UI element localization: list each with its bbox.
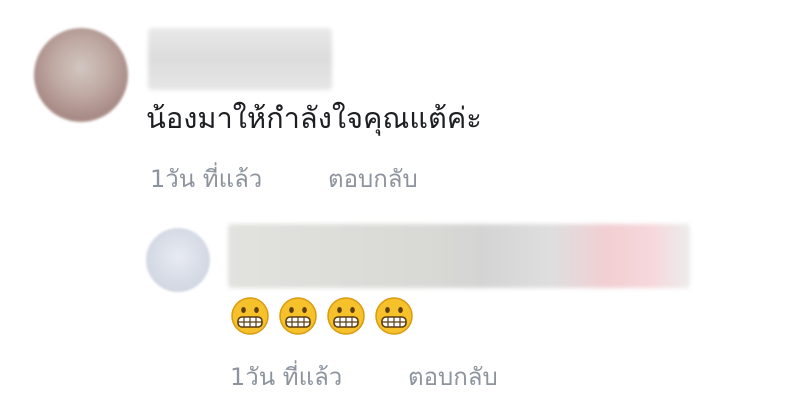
commenter-name-blurred[interactable] xyxy=(148,28,332,90)
reply-avatar[interactable] xyxy=(146,228,210,292)
reply-emoji-row xyxy=(230,296,414,336)
comment-text: น้องมาให้กำลังใจคุณแต้ค่ะ xyxy=(146,101,482,135)
comment-thread: น้องมาให้กำลังใจคุณแต้ค่ะ 1วัน ที่แล้ว ต… xyxy=(0,0,800,420)
grimacing-face-icon xyxy=(231,297,269,335)
grimacing-face-icon xyxy=(327,297,365,335)
reply-button[interactable]: ตอบกลับ xyxy=(408,362,498,392)
reply-timestamp[interactable]: 1วัน ที่แล้ว xyxy=(230,362,342,392)
comment-timestamp[interactable]: 1วัน ที่แล้ว xyxy=(150,164,262,194)
reply-button[interactable]: ตอบกลับ xyxy=(328,164,418,194)
avatar[interactable] xyxy=(34,28,128,122)
grimacing-face-icon xyxy=(279,297,317,335)
grimacing-face-icon xyxy=(375,297,413,335)
reply-commenter-name-blurred[interactable] xyxy=(228,224,690,288)
